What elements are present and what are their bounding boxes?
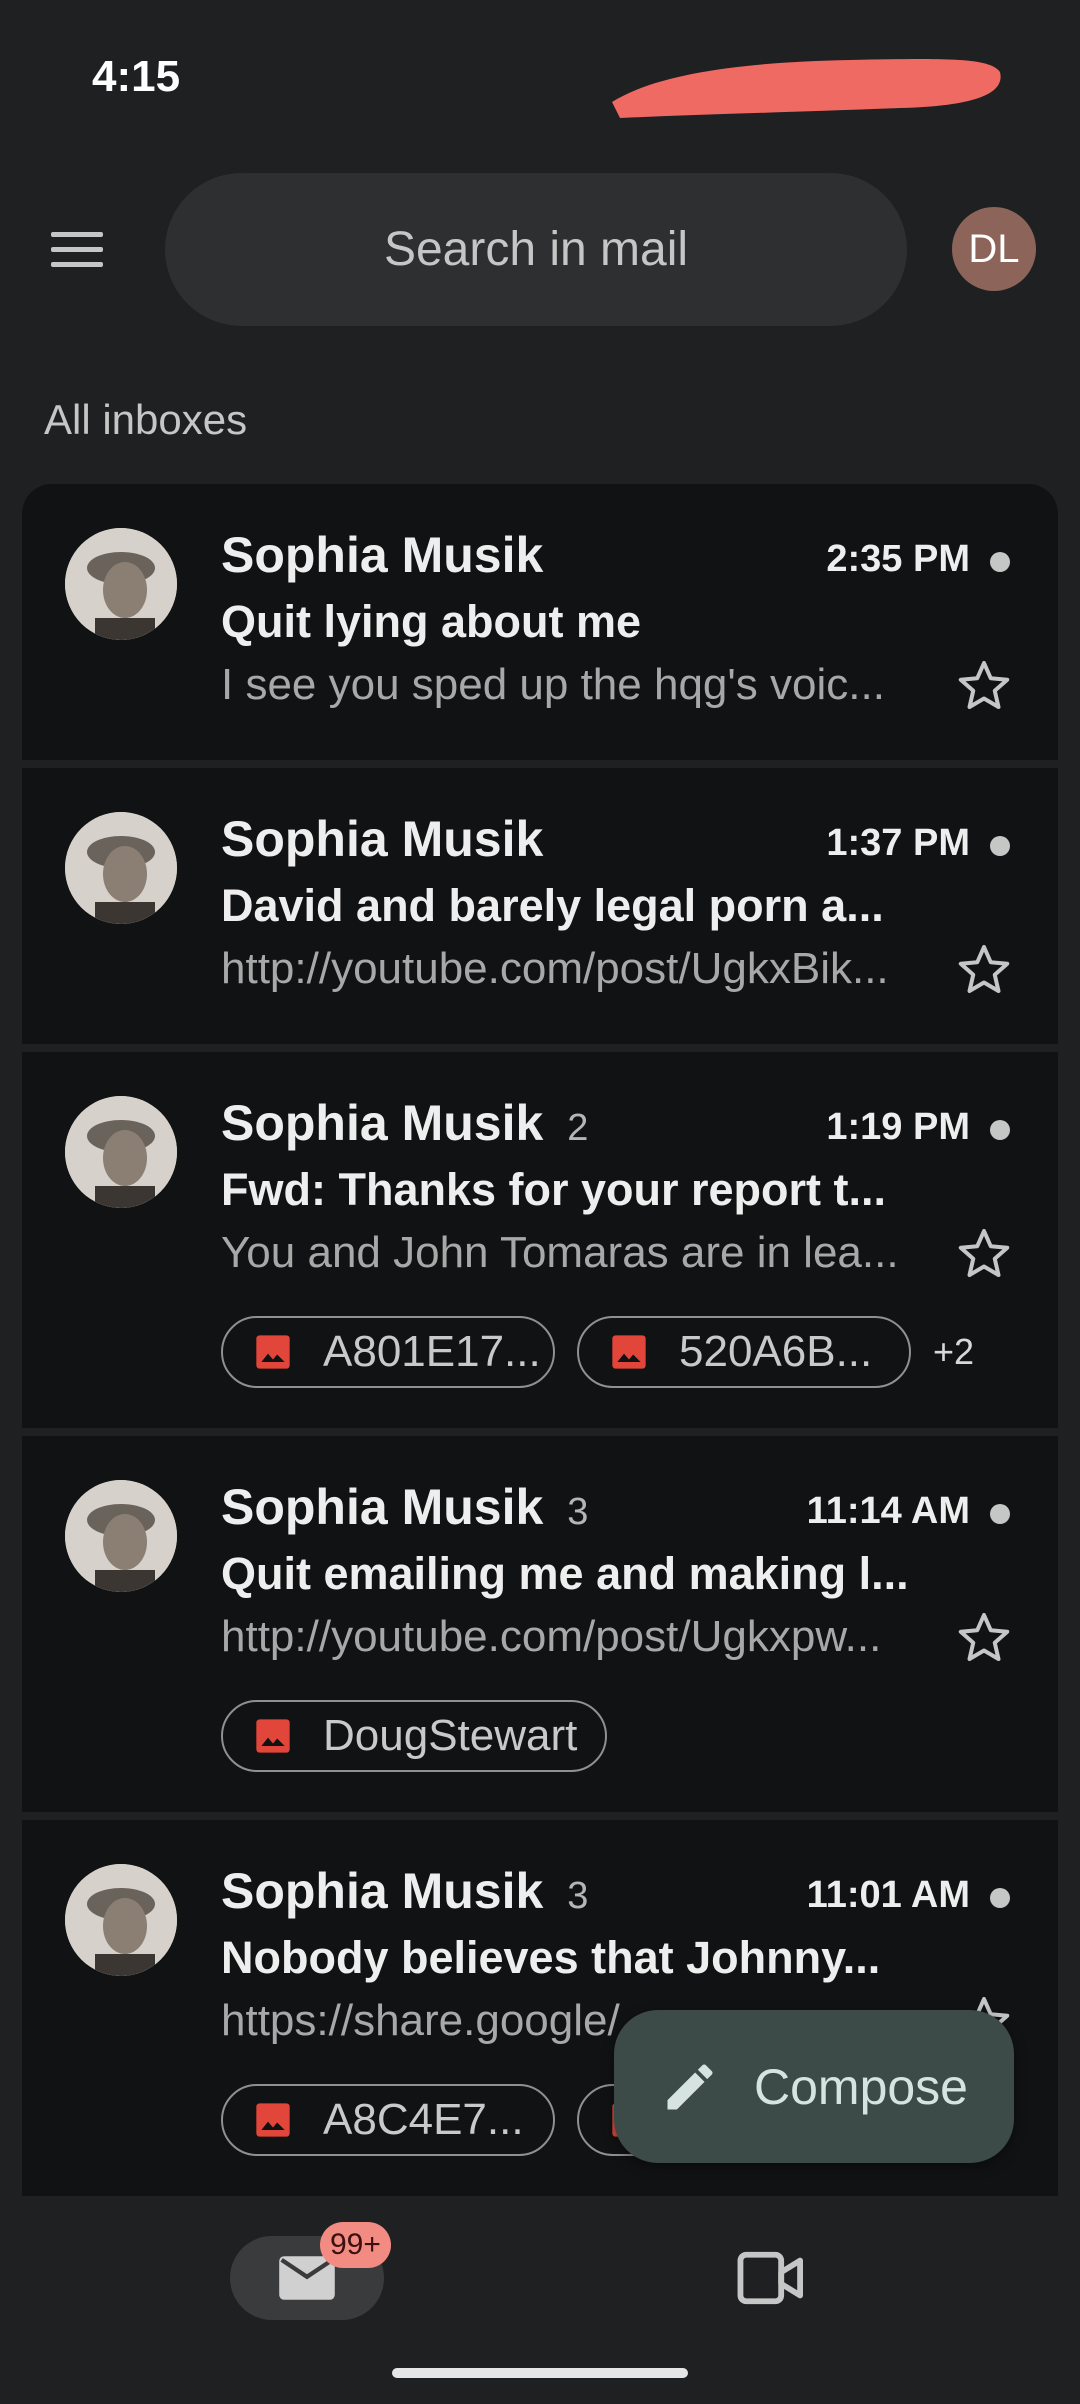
star-outline-icon[interactable] [954,1224,1014,1284]
email-snippet: http://youtube.com/post/UgkxBik... [221,944,889,993]
sender-name: Sophia Musik [221,811,544,867]
email-subject: Fwd: Thanks for your report t... [221,1164,887,1215]
email-time: 1:37 PM [826,822,970,864]
attachment-chips: DougStewart [221,1700,629,1772]
email-time: 11:01 AM [806,1874,970,1916]
email-time: 11:14 AM [806,1490,970,1532]
sender-name: Sophia Musik 3 [221,1863,589,1919]
redaction-scribble [612,59,1001,118]
email-subject: Quit lying about me [221,596,642,647]
sender-name: Sophia Musik 2 [221,1095,589,1151]
avatar-photo [65,1096,177,1208]
image-icon [256,2103,290,2137]
attachment-name: DougStewart [323,1711,578,1760]
unread-dot [990,1888,1010,1908]
thread-count: 3 [567,1491,589,1533]
unread-dot [990,1120,1010,1140]
email-subject: Quit emailing me and making l... [221,1548,909,1599]
email-snippet: You and John Tomaras are in lea... [221,1228,899,1277]
email-subject: David and barely legal porn a... [221,880,884,931]
attachment-chip[interactable]: DougStewart [221,1700,607,1772]
email-subject: Nobody believes that Johnny... [221,1932,881,1983]
video-icon[interactable] [736,2246,806,2310]
account-initials: DL [968,226,1020,271]
search-placeholder: Search in mail [383,223,689,276]
bottom-nav: 99+ [0,2206,1080,2404]
more-attachments[interactable]: +2 [933,1331,974,1373]
avatar-photo [65,1864,177,1976]
menu-icon [51,232,103,267]
account-avatar[interactable]: DL [952,207,1036,291]
menu-button[interactable] [40,220,114,280]
email-snippet: http://youtube.com/post/Ugkxpw... [221,1612,882,1661]
unread-dot [990,1504,1010,1524]
sender-avatar[interactable] [65,812,177,924]
sender-avatar[interactable] [65,1480,177,1592]
star-outline-icon[interactable] [954,940,1014,1000]
email-time: 2:35 PM [826,538,970,580]
pencil-icon [667,2063,713,2109]
email-time: 1:19 PM [826,1106,970,1148]
status-bar: 4:15 [0,0,1080,150]
mail-list: Sophia Musik 2:35 PM Quit lying about me… [22,484,1058,2204]
email-row[interactable]: Sophia Musik 2 1:19 PM Fwd: Thanks for yo… [22,1052,1058,1428]
attachment-name: A801E17... [323,1327,541,1376]
compose-label: Compose [754,2058,968,2115]
search-input[interactable]: Search in mail [165,173,907,326]
avatar-photo [65,1480,177,1592]
email-snippet: I see you sped up the hqg's voic... [221,660,885,709]
unread-dot [990,836,1010,856]
compose-button[interactable]: Compose [614,2010,1014,2163]
mail-badge: 99+ [320,2222,391,2268]
star-outline-icon[interactable] [954,1608,1014,1668]
image-icon [256,1335,290,1369]
home-indicator[interactable] [392,2368,688,2378]
unread-dot [990,552,1010,572]
star-outline-icon[interactable] [954,656,1014,716]
status-time: 4:15 [92,52,181,101]
thread-count: 3 [567,1875,589,1917]
app-bar: Search in mail DL [0,170,1080,330]
attachment-name: 520A6B... [679,1327,873,1376]
sender-name: Sophia Musik [221,527,544,583]
sender-avatar[interactable] [65,1864,177,1976]
avatar-photo [65,812,177,924]
attachment-chip[interactable]: A8C4E7... [221,2084,555,2156]
section-label: All inboxes [44,396,248,443]
attachment-name: A8C4E7... [323,2095,524,2144]
attachment-chip[interactable]: A801E17... [221,1316,555,1388]
thread-count: 2 [567,1107,589,1149]
image-icon [612,1335,646,1369]
email-row[interactable]: Sophia Musik 2:35 PM Quit lying about me… [22,484,1058,760]
attachment-chips: A801E17... 520A6B... +2 [221,1316,974,1388]
attachment-chip[interactable]: 520A6B... [577,1316,911,1388]
avatar-photo [65,528,177,640]
image-icon [256,1719,290,1753]
sender-avatar[interactable] [65,528,177,640]
sender-name: Sophia Musik 3 [221,1479,589,1535]
email-row[interactable]: Sophia Musik 3 11:14 AM Quit emailing me … [22,1436,1058,1812]
email-row[interactable]: Sophia Musik 1:37 PM David and barely le… [22,768,1058,1044]
sender-avatar[interactable] [65,1096,177,1208]
